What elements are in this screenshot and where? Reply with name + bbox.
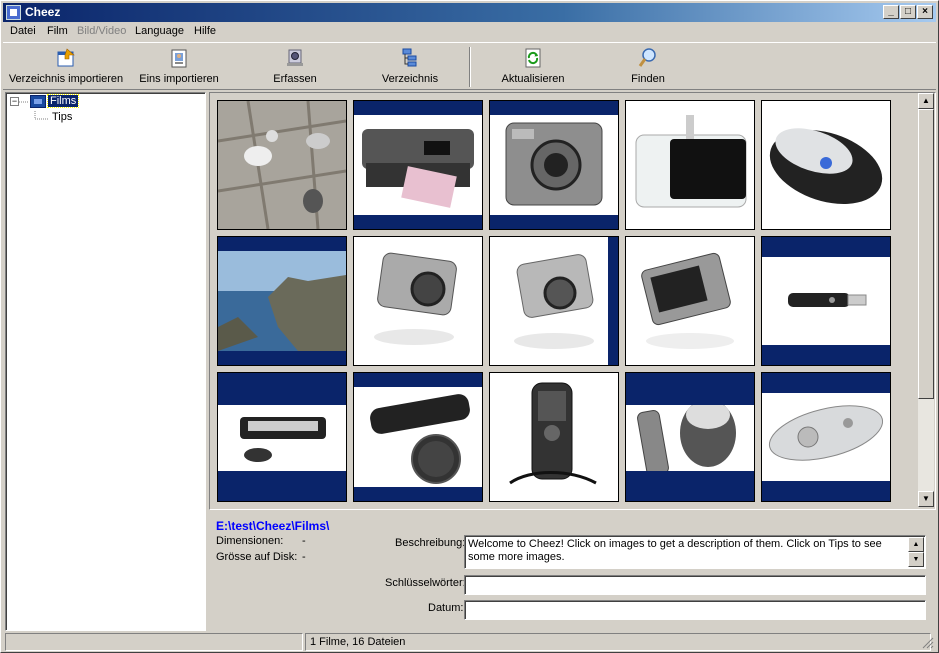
- thumbnail-pane: ▲ ▼: [209, 92, 936, 510]
- directory-label: Verzeichnis: [381, 73, 439, 85]
- tree-item-films[interactable]: Films: [46, 94, 80, 108]
- minimize-button[interactable]: _: [883, 5, 899, 19]
- folder-import-icon: [57, 48, 75, 67]
- status-left: [5, 633, 303, 651]
- thumbnail-scrollbar[interactable]: ▲ ▼: [918, 93, 934, 507]
- refresh-button[interactable]: Aktualisieren: [495, 45, 571, 89]
- thumbnail-coast[interactable]: [217, 236, 347, 366]
- find-label: Finden: [631, 73, 665, 85]
- import-directory-button[interactable]: Verzeichnis importieren: [7, 45, 125, 89]
- camera-capture-icon: [287, 49, 303, 66]
- films-folder-icon: [30, 95, 46, 108]
- close-button[interactable]: ×: [917, 5, 933, 19]
- import-directory-label: Verzeichnis importieren: [8, 73, 124, 85]
- thumbnail-remote[interactable]: [761, 372, 891, 502]
- refresh-icon: [525, 48, 541, 68]
- title-bar[interactable]: Cheez _ □ ×: [3, 3, 936, 22]
- status-bar: 1 Filme, 16 Dateien: [3, 633, 936, 651]
- import-one-button[interactable]: Eins importieren: [137, 45, 221, 89]
- app-icon: [6, 5, 21, 20]
- find-button[interactable]: Finden: [623, 45, 673, 89]
- thumbnail-camera-silver[interactable]: [353, 236, 483, 366]
- thumbnail-mouse[interactable]: [761, 100, 891, 230]
- keywords-field[interactable]: [464, 575, 926, 595]
- capture-label: Erfassen: [273, 73, 317, 85]
- thumbnail-camera-silver-2[interactable]: [489, 236, 619, 366]
- menu-bild-video[interactable]: Bild/Video: [77, 25, 126, 37]
- size-value: -: [302, 551, 306, 563]
- info-pane: E:\test\Cheez\Films\ Dimensionen: - Grös…: [209, 513, 936, 631]
- menu-language[interactable]: Language: [135, 25, 184, 37]
- toolbar-separator: [469, 47, 471, 87]
- thumbnail-grid: [217, 100, 907, 504]
- refresh-label: Aktualisieren: [501, 73, 565, 85]
- status-file-count: 1 Filme, 16 Dateien: [305, 633, 931, 651]
- folder-tree: − Films Tips: [5, 92, 206, 631]
- thumbnail-usb-stick[interactable]: [761, 236, 891, 366]
- description-scrollbar[interactable]: ▲ ▼: [908, 537, 924, 567]
- date-label: Datum:: [428, 602, 464, 614]
- directory-tree-icon: [402, 48, 417, 67]
- maximize-button[interactable]: □: [900, 5, 916, 19]
- scroll-up-button[interactable]: ▲: [918, 93, 934, 109]
- menu-hilfe[interactable]: Hilfe: [194, 25, 216, 37]
- scroll-thumb[interactable]: [918, 109, 934, 399]
- description-field[interactable]: Welcome to Cheez! Click on images to get…: [464, 535, 926, 569]
- thumbnail-cats[interactable]: [217, 100, 347, 230]
- menu-film[interactable]: Film: [47, 25, 68, 37]
- thumbnail-camera[interactable]: [489, 100, 619, 230]
- thumbnail-scanner-mouse[interactable]: [217, 372, 347, 502]
- scroll-down-button[interactable]: ▼: [918, 491, 934, 507]
- search-icon: [638, 48, 656, 67]
- date-field[interactable]: [464, 600, 926, 620]
- description-label: Beschreibung:: [395, 537, 466, 549]
- dimensions-label: Dimensionen:: [216, 535, 284, 547]
- dimensions-value: -: [302, 535, 306, 547]
- tree-item-tips[interactable]: Tips: [52, 111, 72, 123]
- current-path[interactable]: E:\test\Cheez\Films\: [216, 519, 329, 533]
- thumbnail-usb-mouse[interactable]: [625, 372, 755, 502]
- menu-bar: Datei Film Bild/Video Language Hilfe: [3, 23, 936, 41]
- thumbnail-camera-lcd[interactable]: [625, 236, 755, 366]
- keywords-label: Schlüsselwörter:: [385, 577, 466, 589]
- import-one-label: Eins importieren: [139, 73, 219, 85]
- directory-button[interactable]: Verzeichnis: [375, 45, 445, 89]
- thumbnail-usb-case[interactable]: [353, 372, 483, 502]
- menu-datei[interactable]: Datei: [10, 25, 36, 37]
- window-title: Cheez: [25, 5, 61, 19]
- capture-button[interactable]: Erfassen: [265, 45, 325, 89]
- thumbnail-ipod-dock[interactable]: [625, 100, 755, 230]
- file-import-icon: [171, 49, 187, 68]
- description-text: Welcome to Cheez! Click on images to get…: [468, 538, 882, 563]
- tree-expander[interactable]: −: [10, 97, 19, 106]
- thumbnail-phone[interactable]: [489, 372, 619, 502]
- application-window: Cheez _ □ × Datei Film Bild/Video Langua…: [0, 0, 939, 653]
- resize-grip-icon[interactable]: [922, 637, 934, 649]
- size-label: Grösse auf Disk:: [216, 551, 298, 563]
- thumbnail-printer[interactable]: [353, 100, 483, 230]
- toolbar: Verzeichnis importieren Eins importieren…: [3, 42, 936, 90]
- description-scroll-up[interactable]: ▲: [908, 537, 924, 552]
- description-scroll-down[interactable]: ▼: [908, 552, 924, 567]
